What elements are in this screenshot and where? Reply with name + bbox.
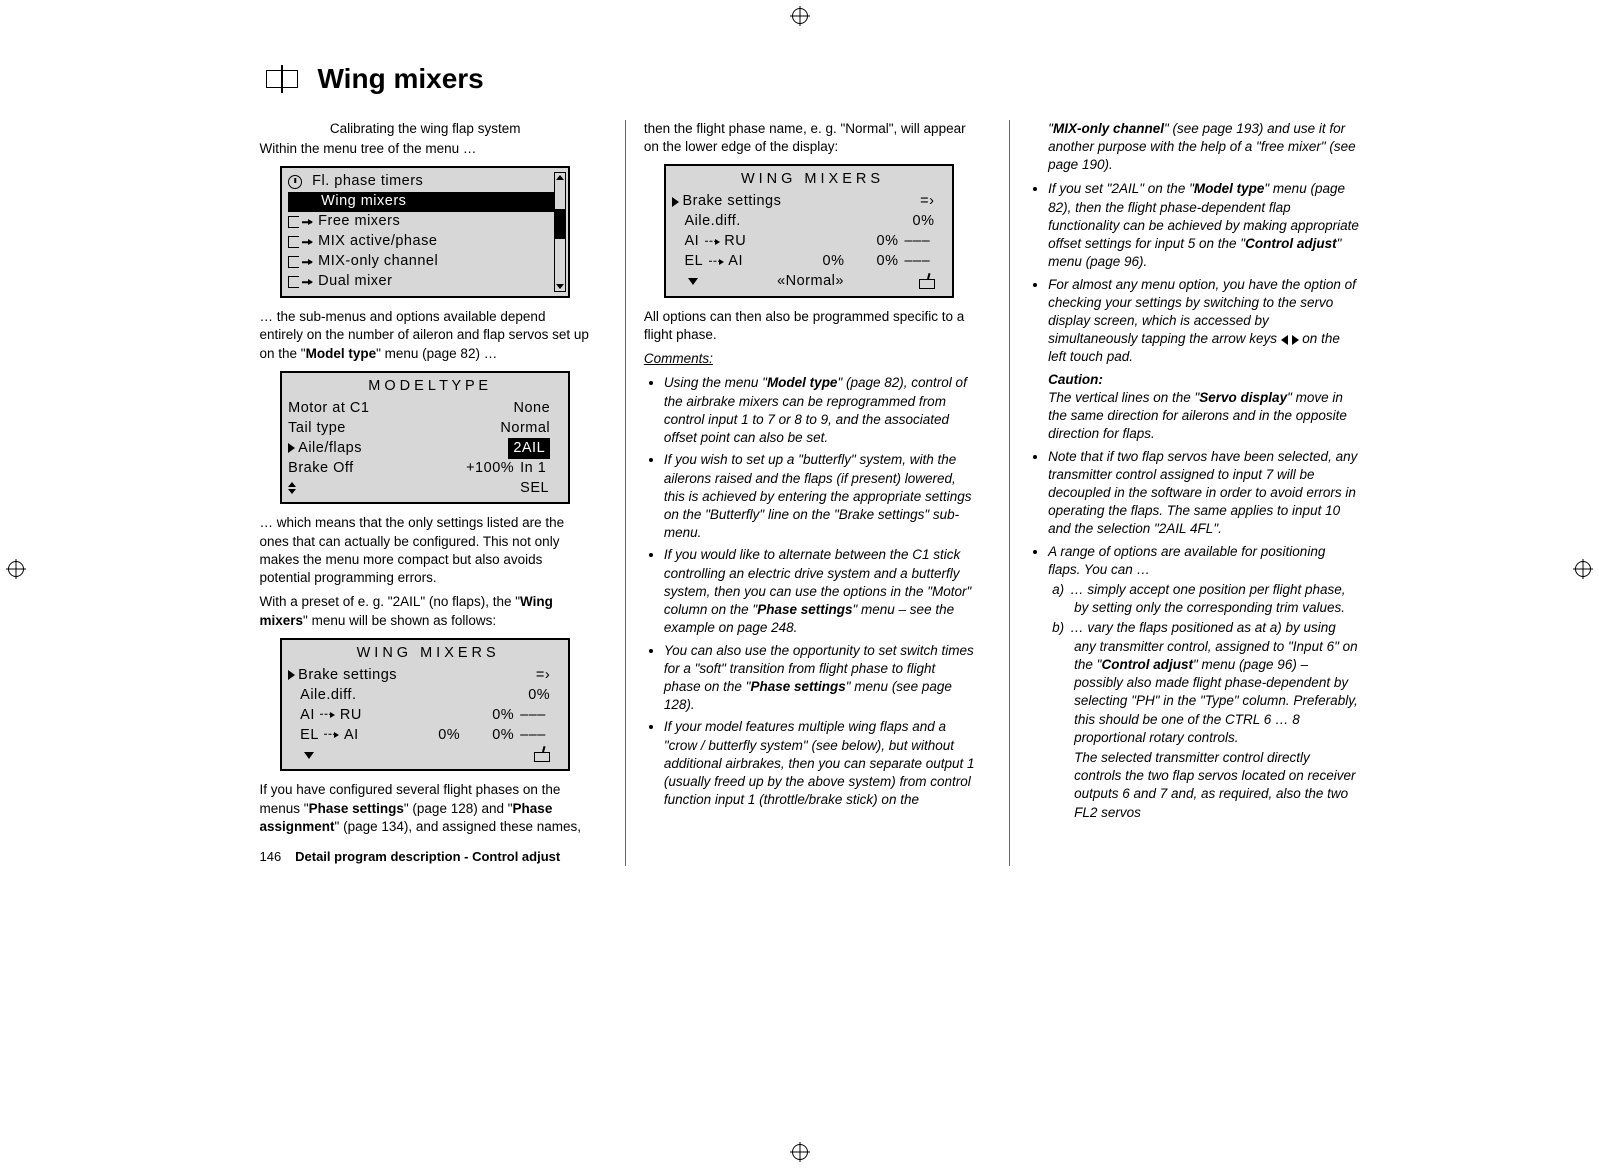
sub-option-b-extra: The selected transmitter control directl… [1074, 749, 1359, 822]
lcd-title: WING MIXERS [288, 644, 568, 664]
caution-header: Caution: [1048, 371, 1359, 389]
mixer-icon [291, 196, 315, 208]
switch-icon [919, 275, 935, 289]
lcd-wing-mixers-2: WING MIXERS Brake settings =› Aile.diff.… [664, 164, 954, 298]
caution-body: The vertical lines on the "Servo display… [1048, 389, 1359, 444]
mixer-icon [288, 216, 312, 228]
registration-mark-right [1575, 561, 1591, 577]
lcd-wing-mixers-1: WING MIXERS Brake settings =› Aile.diff.… [280, 638, 570, 772]
registration-mark-left [8, 561, 24, 577]
page-title-text: Wing mixers [318, 60, 484, 98]
right-arrow-key-icon [1292, 335, 1299, 345]
enter-arrow: =› [512, 666, 550, 686]
menu-item: MIX active/phase [318, 232, 437, 252]
list-item: Using the menu "Model type" (page 82), c… [664, 374, 975, 447]
mixer-icon [288, 256, 312, 268]
menu-item-selected: Wing mixers [321, 192, 406, 212]
scroll-down-icon [688, 278, 698, 285]
menu-item: Dual mixer [318, 272, 392, 292]
lcd-model-type: M O D E L T Y P E Motor at C1None Tail t… [280, 371, 570, 505]
registration-mark-bottom [792, 1144, 808, 1160]
manual-page: Wing mixers Calibrating the wing flap sy… [170, 0, 1430, 896]
selected-value: 2AIL [508, 438, 550, 460]
body-text: … the sub-menus and options available de… [260, 308, 591, 363]
cursor-icon [288, 443, 295, 453]
column-1: Calibrating the wing flap system Within … [260, 120, 591, 866]
menu-item: Fl. phase timers [312, 172, 423, 192]
subtitle: Calibrating the wing flap system [260, 120, 591, 138]
column-2: then the flight phase name, e. g. "Norma… [625, 120, 975, 866]
mixer-icon [288, 236, 312, 248]
list-item: A range of options are available for pos… [1048, 543, 1359, 822]
body-text: With a preset of e. g. "2AIL" (no flaps)… [260, 593, 591, 629]
scroll-down-icon [304, 752, 314, 759]
lcd-title: WING MIXERS [672, 170, 952, 190]
phase-name: «Normal» [777, 272, 844, 292]
menu-item: MIX-only channel [318, 252, 438, 272]
up-down-icon [288, 482, 296, 494]
list-item: If you wish to set up a "butterfly" syst… [664, 451, 975, 542]
mixer-icon [288, 276, 312, 288]
list-item: If your model features multiple wing fla… [664, 718, 975, 809]
switch-icon [534, 748, 550, 762]
sub-option-b: b)… vary the flaps positioned as at a) b… [1048, 619, 1359, 821]
col1-intro: Within the menu tree of the menu … [260, 140, 591, 158]
comments-header: Comments: [644, 350, 975, 368]
comments-list: Using the menu "Model type" (page 82), c… [644, 374, 975, 809]
lcd-menu-tree: Fl. phase timers Wing mixers Free mixers… [280, 166, 570, 298]
page-number: 146 [260, 848, 292, 866]
notes-list: If you set "2AIL" on the "Model type" me… [1028, 180, 1359, 821]
clock-icon [288, 175, 302, 189]
body-text: If you have configured several flight ph… [260, 781, 591, 836]
cursor-icon [288, 670, 295, 680]
lcd-title: M O D E L T Y P E [288, 377, 568, 397]
continued-bullet: "MIX-only channel" (see page 193) and us… [1028, 120, 1359, 175]
list-item: You can also use the opportunity to set … [664, 642, 975, 715]
list-item: If you would like to alternate between t… [664, 546, 975, 637]
menu-item: Free mixers [318, 212, 400, 232]
body-text: then the flight phase name, e. g. "Norma… [644, 120, 975, 156]
sub-option-a: a)… simply accept one position per fligh… [1048, 581, 1359, 617]
page-title: Wing mixers [260, 60, 1360, 98]
enter-arrow: =› [896, 192, 934, 212]
body-text: All options can then also be programmed … [644, 308, 975, 344]
page-footer: 146 Detail program description - Control… [260, 848, 591, 866]
cursor-icon [672, 197, 679, 207]
list-item: Note that if two flap servos have been s… [1048, 448, 1359, 539]
list-item: If you set "2AIL" on the "Model type" me… [1048, 180, 1359, 271]
column-3: "MIX-only channel" (see page 193) and us… [1009, 120, 1359, 866]
body-text: … which means that the only settings lis… [260, 514, 591, 587]
footer-text: Detail program description - Control adj… [295, 849, 560, 864]
mixer-title-icon [266, 70, 298, 88]
lcd-scrollbar [554, 172, 566, 292]
left-arrow-key-icon [1281, 335, 1288, 345]
list-item: For almost any menu option, you have the… [1048, 276, 1359, 444]
